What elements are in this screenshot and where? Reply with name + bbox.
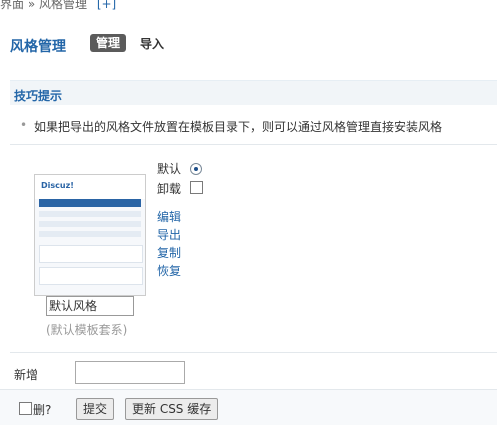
new-label: 新增 bbox=[14, 368, 39, 382]
thumbnail-row bbox=[39, 231, 141, 237]
tab-manage[interactable]: 管理 bbox=[90, 34, 127, 52]
tip-text: 如果把导出的风格文件放置在模板目录下，则可以通过风格管理直接安装风格 bbox=[34, 120, 443, 134]
restore-link[interactable]: 恢复 bbox=[157, 262, 181, 279]
tips-title: 技巧提示 bbox=[14, 89, 63, 103]
thumbnail-logo: Discuz! bbox=[41, 181, 74, 190]
delete-label: 删? bbox=[33, 403, 52, 417]
tab-import[interactable]: 导入 bbox=[140, 35, 164, 53]
style-thumbnail[interactable]: Discuz! bbox=[34, 174, 146, 296]
submit-button[interactable]: 提交 bbox=[76, 398, 115, 420]
unload-checkbox[interactable] bbox=[190, 181, 203, 194]
thumbnail-row bbox=[39, 221, 141, 227]
default-label: 默认 bbox=[157, 162, 182, 176]
breadcrumb-text: 界面 » 风格管理 bbox=[0, 0, 87, 11]
divider bbox=[10, 352, 497, 353]
tips-header-bar bbox=[10, 80, 497, 105]
breadcrumb-add-link[interactable]: [+] bbox=[97, 0, 116, 11]
thumbnail-row bbox=[39, 211, 141, 217]
divider bbox=[10, 144, 497, 145]
template-note: (默认模板套系) bbox=[46, 323, 128, 337]
default-radio[interactable] bbox=[190, 163, 202, 175]
thumbnail-nav bbox=[39, 199, 141, 207]
tip-bullet-icon: • bbox=[20, 118, 28, 132]
thumbnail-box bbox=[39, 245, 143, 263]
thumbnail-box bbox=[39, 267, 143, 285]
edit-link[interactable]: 编辑 bbox=[157, 208, 181, 225]
delete-checkbox[interactable] bbox=[19, 402, 32, 415]
footer-bar bbox=[0, 389, 497, 425]
page-title: 风格管理 bbox=[10, 39, 66, 55]
unload-label: 卸载 bbox=[157, 182, 182, 196]
breadcrumb: 界面 » 风格管理 [+] bbox=[0, 0, 116, 12]
refresh-css-cache-button[interactable]: 更新 CSS 缓存 bbox=[125, 398, 219, 420]
export-link[interactable]: 导出 bbox=[157, 226, 181, 243]
new-style-input[interactable] bbox=[75, 361, 185, 384]
copy-link[interactable]: 复制 bbox=[157, 244, 181, 261]
style-name-input[interactable] bbox=[46, 296, 134, 316]
